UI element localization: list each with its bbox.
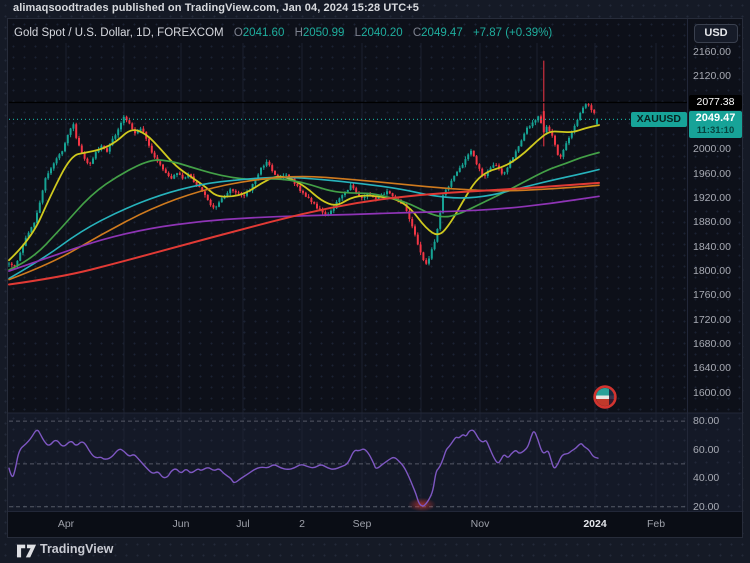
price-axis-label: 2120.00 bbox=[693, 70, 731, 83]
price-level-tag: 2077.38 bbox=[689, 94, 742, 110]
price-axis-label: 1800.00 bbox=[693, 265, 731, 278]
time-axis[interactable]: Apr Jun Jul 2 Sep Nov 2024 Feb bbox=[8, 511, 742, 537]
legend-close-label: C bbox=[412, 27, 422, 39]
price-axis-label: 1960.00 bbox=[693, 167, 731, 180]
time-axis-label: Sep bbox=[352, 518, 372, 530]
legend-open-label: O bbox=[233, 27, 243, 39]
bar-countdown: 11:31:10 bbox=[696, 125, 735, 137]
legend-open-value: 2041.60 bbox=[242, 27, 285, 39]
rsi-axis-label: 40.00 bbox=[693, 472, 720, 485]
tradingview-brand[interactable]: TradingView bbox=[40, 542, 113, 556]
time-axis-label: 2024 bbox=[583, 518, 607, 530]
price-axis-label: 1760.00 bbox=[693, 289, 731, 302]
price-axis-label: 1640.00 bbox=[693, 362, 731, 375]
symbol-price-label: XAUUSD bbox=[630, 111, 687, 127]
price-axis-label: 1880.00 bbox=[693, 216, 731, 229]
attribution-bar: alimaqsoodtrades published on TradingVie… bbox=[0, 0, 750, 18]
rsi-indicator-pane[interactable] bbox=[8, 413, 742, 511]
main-chart-pane[interactable] bbox=[8, 19, 742, 412]
symbol-legend[interactable]: Gold Spot / U.S. Dollar, 1D, FOREXCOM O2… bbox=[14, 27, 552, 39]
time-axis-label: Jul bbox=[236, 518, 250, 530]
rsi-axis-label: 20.00 bbox=[693, 500, 720, 513]
tradingview-published-snapshot: { "attribution": "alimaqsoodtrades publi… bbox=[0, 0, 750, 563]
legend-high-label: H bbox=[294, 27, 303, 39]
current-price-tag: 2049.47 11:31:10 bbox=[689, 111, 742, 139]
footer-bar: TradingView bbox=[0, 538, 750, 563]
legend-title: Gold Spot / U.S. Dollar, 1D, FOREXCOM bbox=[14, 27, 224, 39]
legend-close-value: 2049.47 bbox=[421, 27, 463, 39]
attribution-text: alimaqsoodtrades published on TradingVie… bbox=[13, 2, 419, 14]
rsi-axis-label: 60.00 bbox=[693, 443, 720, 456]
legend-low-value: 2040.20 bbox=[361, 27, 403, 39]
time-axis-label: 2 bbox=[299, 518, 305, 530]
price-axis-label: 1680.00 bbox=[693, 338, 731, 351]
current-price-value: 2049.47 bbox=[695, 112, 736, 125]
price-axis-label: 1720.00 bbox=[693, 313, 731, 326]
tradingview-logo-icon[interactable] bbox=[17, 544, 37, 558]
time-axis-label: Feb bbox=[646, 518, 666, 530]
chart-widget: Apr Jun Jul 2 Sep Nov 2024 Feb Gold Spot / U.S.… bbox=[7, 18, 743, 538]
price-axis-label: 1600.00 bbox=[693, 386, 731, 399]
legend-high-value: 2050.99 bbox=[302, 27, 345, 39]
time-axis-label: Nov bbox=[470, 518, 490, 530]
time-axis-label: Jun bbox=[172, 518, 190, 530]
legend-change: +7.87 (+0.39%) bbox=[472, 27, 553, 39]
price-axis-label: 1840.00 bbox=[693, 240, 731, 253]
price-axis-label: 2160.00 bbox=[693, 46, 731, 59]
rsi-axis-label: 80.00 bbox=[693, 415, 720, 428]
time-axis-label: Apr bbox=[57, 518, 75, 530]
price-axis-label: 1920.00 bbox=[693, 192, 731, 205]
price-axis-label: 2000.00 bbox=[693, 143, 731, 156]
currency-button[interactable]: USD bbox=[694, 24, 738, 43]
